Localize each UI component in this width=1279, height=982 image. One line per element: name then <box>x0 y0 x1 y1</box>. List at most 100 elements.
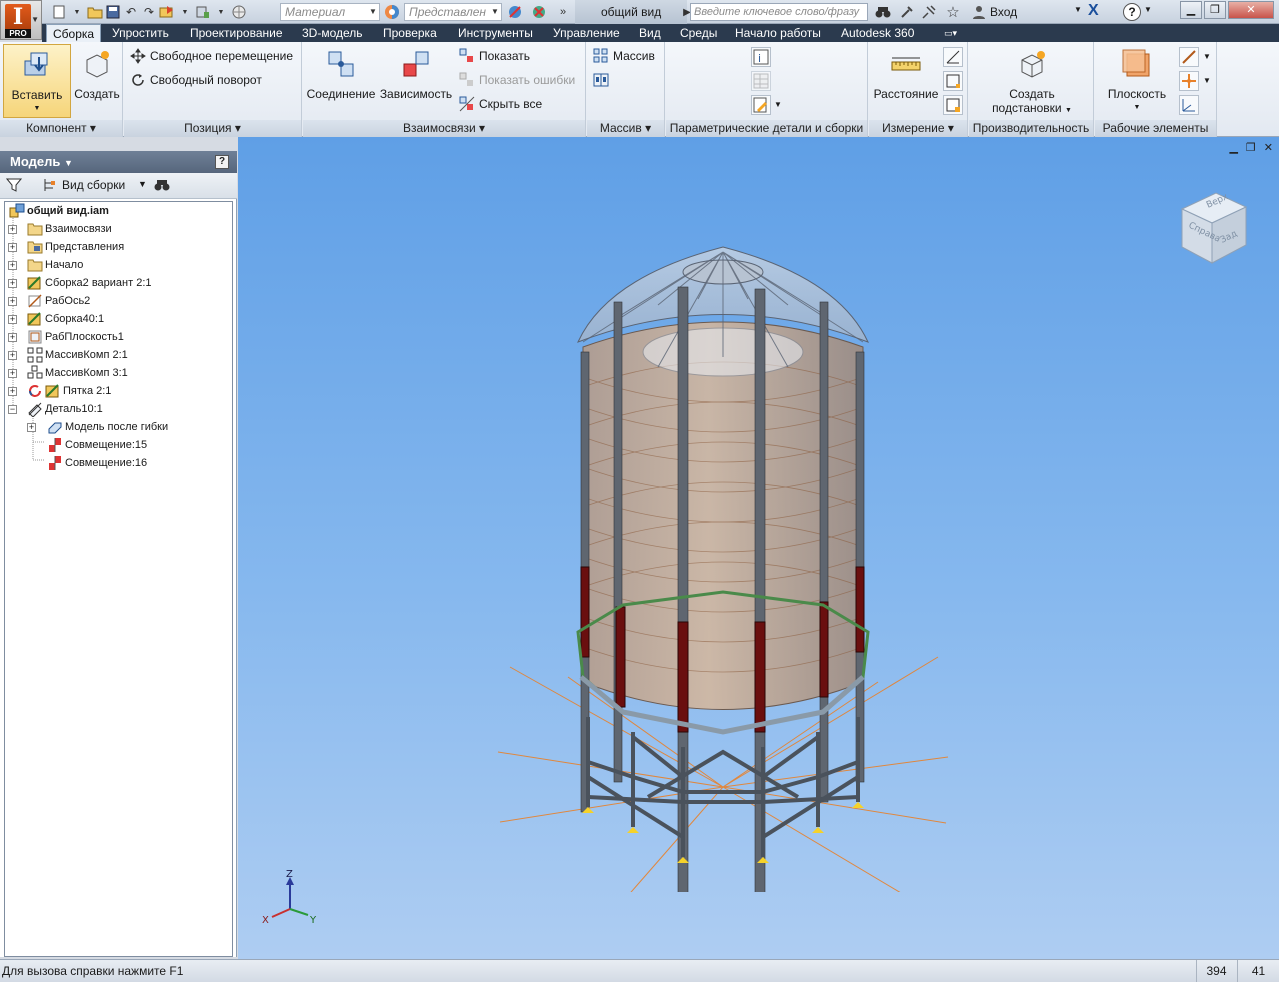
edit-table-icon[interactable] <box>751 95 771 115</box>
panel-label-position[interactable]: Позиция ▾ <box>124 120 301 137</box>
silo-3d-model[interactable] <box>488 232 1208 892</box>
filter-icon[interactable] <box>5 177 23 196</box>
chevron-down-icon[interactable]: ▼ <box>1074 5 1082 14</box>
table-icon[interactable] <box>751 71 771 91</box>
dropdown-icon[interactable]: ▼ <box>68 3 86 21</box>
viewport-close-icon[interactable]: ✕ <box>1264 141 1273 154</box>
save-icon[interactable] <box>104 3 122 21</box>
expand-icon[interactable]: + <box>27 423 36 432</box>
material-combo[interactable]: Материал ▼ <box>280 3 380 21</box>
dropdown-icon[interactable]: ▼ <box>176 3 194 21</box>
ribbon-minimize-icon[interactable]: ▭▾ <box>938 24 963 42</box>
tree-item-mate16[interactable]: Совмещение:16 <box>47 454 147 472</box>
new-file-icon[interactable] <box>50 3 68 21</box>
browser-header[interactable]: Модель ▼ ? <box>0 151 237 173</box>
area-icon[interactable] <box>943 95 963 115</box>
expand-icon[interactable]: + <box>8 243 17 252</box>
appearance-icon[interactable] <box>383 3 401 21</box>
chevron-down-icon[interactable]: ▼ <box>1203 52 1211 61</box>
tab-tools[interactable]: Инструменты <box>452 24 539 42</box>
undo-icon[interactable]: ↶ <box>122 3 140 21</box>
tree-item-representations[interactable]: Представления <box>27 238 124 256</box>
expand-icon[interactable]: + <box>8 333 17 342</box>
expand-icon[interactable]: + <box>8 261 17 270</box>
tree-item-work-plane[interactable]: РабПлоскость1 <box>27 328 124 346</box>
dropdown-icon[interactable]: ▼ <box>212 3 230 21</box>
tree-item-part10[interactable]: Деталь10:1 <box>27 400 103 418</box>
pattern-button[interactable]: Массив <box>593 46 655 66</box>
chevron-down-icon[interactable]: ▼ <box>138 179 147 189</box>
hide-all-button[interactable]: Скрыть все <box>459 94 542 114</box>
tree-item-work-axis[interactable]: РабОсь2 <box>27 292 90 310</box>
open-folder-icon[interactable] <box>86 3 104 21</box>
assembly-view-dropdown[interactable]: Вид сборки <box>62 178 125 192</box>
expand-icon[interactable]: + <box>8 387 17 396</box>
chevron-down-icon[interactable]: ▼ <box>1203 76 1211 85</box>
tab-manage[interactable]: Управление <box>547 24 626 42</box>
help-icon[interactable]: ? <box>215 155 229 169</box>
help-icon[interactable]: ? <box>1123 3 1141 21</box>
tab-inspect[interactable]: Проверка <box>377 24 443 42</box>
expand-icon[interactable]: + <box>8 315 17 324</box>
expand-icon[interactable]: + <box>8 279 17 288</box>
favorites-star-icon[interactable]: ☆ <box>944 3 962 21</box>
panel-label-component[interactable]: Компонент ▾ <box>0 120 122 137</box>
loop-icon[interactable] <box>943 71 963 91</box>
tab-simplify[interactable]: Упростить <box>106 24 175 42</box>
adjust-icon[interactable] <box>530 3 548 21</box>
tree-item-pattern2[interactable]: МассивКомп 2:1 <box>27 346 128 364</box>
mirror-button[interactable] <box>593 70 613 90</box>
view-rep-combo[interactable]: Представлен ▼ <box>404 3 502 21</box>
insert-button[interactable]: Вставить ▼ <box>3 44 71 118</box>
tab-view[interactable]: Вид <box>633 24 667 42</box>
search-input[interactable]: Введите ключевое слово/фразу <box>690 3 868 21</box>
communication-icon[interactable] <box>920 3 938 21</box>
chevron-down-icon[interactable]: ▼ <box>774 100 782 109</box>
graphics-viewport[interactable]: ▁ ❐ ✕ Верх Справа Зад Z X Y <box>238 137 1279 959</box>
tree-item-flat-pattern[interactable]: Модель после гибки <box>47 418 168 436</box>
create-substitutes-button[interactable]: Создать подстановки ▼ <box>987 44 1077 118</box>
tree-item-assembly2[interactable]: Сборка2 вариант 2:1 <box>27 274 152 292</box>
joint-button[interactable]: Соединение <box>305 44 377 101</box>
close-button[interactable]: ✕ <box>1228 1 1274 19</box>
select-icon[interactable] <box>194 3 212 21</box>
globe-icon[interactable] <box>230 3 248 21</box>
ucs-icon[interactable] <box>1179 95 1199 115</box>
application-menu-button[interactable]: I PRO ▼ <box>0 0 42 40</box>
subscription-icon[interactable] <box>898 3 916 21</box>
tab-autodesk-360[interactable]: Autodesk 360 <box>835 24 920 42</box>
free-rotate-button[interactable]: Свободный поворот <box>130 70 262 90</box>
tree-item-pattern3[interactable]: МассивКомп 3:1 <box>27 364 128 382</box>
tab-3d-model[interactable]: 3D-модель <box>296 24 369 42</box>
viewport-minimize-icon[interactable]: ▁ <box>1229 141 1237 154</box>
work-axis-icon[interactable] <box>1179 47 1199 67</box>
free-move-button[interactable]: Свободное перемещение <box>130 46 293 66</box>
signin-label[interactable]: Вход <box>990 5 1017 19</box>
constraint-button[interactable]: Зависимость <box>378 44 454 101</box>
expand-icon[interactable]: + <box>8 225 17 234</box>
show-button[interactable]: Показать <box>459 46 530 66</box>
expand-icon[interactable]: + <box>8 297 17 306</box>
ipart-icon[interactable]: i <box>751 47 771 67</box>
tree-item-heel[interactable]: Пятка 2:1 <box>27 382 111 400</box>
maximize-button[interactable]: ❐ <box>1204 1 1226 19</box>
clear-appearance-icon[interactable] <box>506 3 524 21</box>
panel-label-measure[interactable]: Измерение ▾ <box>869 120 967 137</box>
tree-item-relations[interactable]: Взаимосвязи <box>27 220 112 238</box>
panel-label-pattern[interactable]: Массив ▾ <box>587 120 664 137</box>
tab-environments[interactable]: Среды <box>674 24 723 42</box>
distance-button[interactable]: Расстояние <box>871 44 941 101</box>
binoculars-icon[interactable] <box>154 178 170 195</box>
user-icon[interactable] <box>970 3 988 21</box>
expand-icon[interactable]: + <box>8 369 17 378</box>
tree-item-mate15[interactable]: Совмещение:15 <box>47 436 147 454</box>
tree-item-assembly40[interactable]: Сборка40:1 <box>27 310 104 328</box>
exchange-apps-icon[interactable]: X <box>1088 2 1099 20</box>
tree-item-origin[interactable]: Начало <box>27 256 83 274</box>
minimize-button[interactable]: ▁ <box>1180 1 1202 19</box>
update-icon[interactable] <box>158 3 176 21</box>
tab-get-started[interactable]: Начало работы <box>729 24 827 42</box>
expand-icon[interactable]: + <box>8 351 17 360</box>
panel-label-relationships[interactable]: Взаимосвязи ▾ <box>303 120 585 137</box>
tab-design[interactable]: Проектирование <box>184 24 289 42</box>
